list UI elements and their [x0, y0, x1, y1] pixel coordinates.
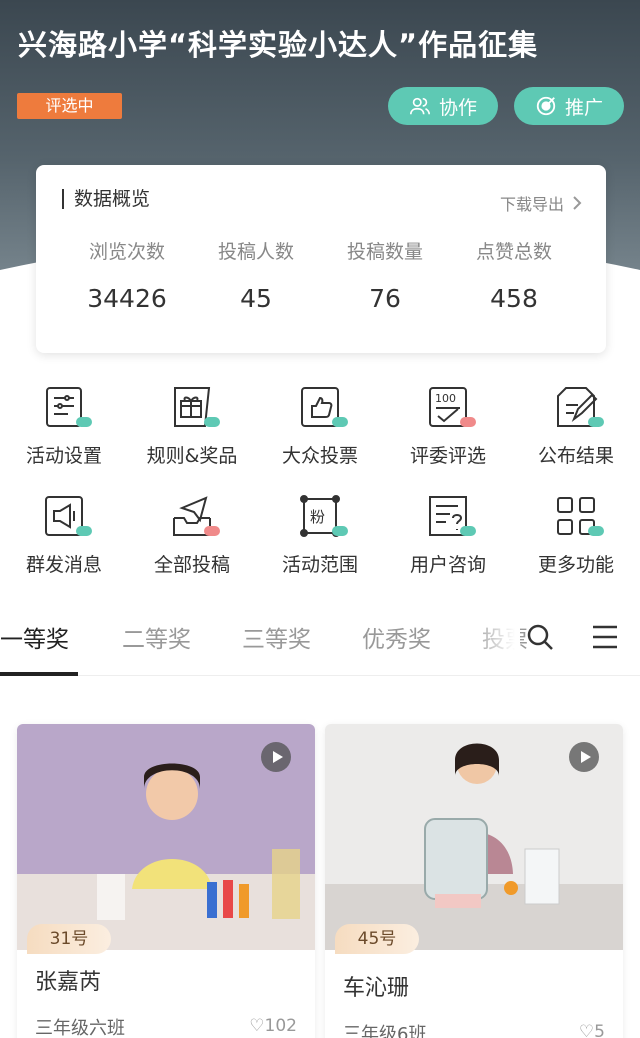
stat-submissions: 投稿数量 76 — [320, 237, 450, 313]
video-thumbnail[interactable] — [17, 724, 315, 950]
tab-second-prize[interactable]: 二等奖 — [122, 620, 191, 654]
func-label: 规则&奖品 — [146, 445, 238, 467]
func-publish-results[interactable]: 公布结果 — [512, 385, 640, 485]
promote-label: 推广 — [564, 96, 603, 119]
func-more[interactable]: 更多功能 — [512, 494, 640, 594]
entry-class: 三年级6班 — [343, 1024, 427, 1038]
entry-name: 车沁珊 — [343, 976, 410, 1001]
entry-likes[interactable]: ♡102 — [249, 1016, 297, 1036]
heart-icon: ♡ — [578, 1022, 595, 1038]
stat-value: 45 — [240, 284, 272, 313]
svg-text:粉: 粉 — [310, 508, 325, 526]
page-title: 兴海路小学“科学实验小达人”作品征集 — [18, 28, 539, 62]
promote-button[interactable]: 推广 — [514, 87, 624, 125]
people-icon — [409, 97, 430, 115]
collaborate-label: 协作 — [438, 96, 477, 119]
func-label: 公布结果 — [537, 445, 614, 467]
svg-text:100: 100 — [435, 392, 456, 405]
video-thumbnail[interactable] — [325, 724, 623, 950]
stat-label: 投稿人数 — [217, 241, 294, 263]
func-rules-prizes[interactable]: 规则&奖品 — [128, 385, 256, 485]
entry-card[interactable]: 45号 车沁珊 三年级6班 ♡5 — [325, 724, 623, 1038]
stat-value: 76 — [369, 284, 401, 313]
play-icon[interactable] — [569, 742, 599, 772]
tab-third-prize[interactable]: 三等奖 — [242, 620, 311, 654]
func-judge-review[interactable]: 100 评委评选 — [384, 385, 512, 485]
tab-fade — [470, 610, 520, 670]
func-public-vote[interactable]: 大众投票 — [256, 385, 384, 485]
func-label: 评委评选 — [409, 445, 486, 467]
export-link[interactable]: 下载导出 — [500, 191, 582, 215]
likes-count: 5 — [594, 1022, 605, 1038]
stats-overview-card: 数据概览 下载导出 浏览次数 34426 投稿人数 45 投稿数量 76 点赞总… — [36, 165, 606, 353]
func-label: 群发消息 — [25, 554, 102, 576]
chevron-right-icon — [573, 196, 582, 210]
target-icon — [536, 96, 556, 116]
export-label: 下载导出 — [499, 195, 564, 214]
entry-name: 张嘉芮 — [35, 970, 102, 995]
func-label: 全部投稿 — [153, 554, 230, 576]
func-label: 用户咨询 — [409, 554, 486, 576]
likes-count: 102 — [264, 1016, 297, 1036]
func-activity-settings[interactable]: 活动设置 — [0, 385, 128, 485]
stat-label: 点赞总数 — [475, 241, 552, 263]
menu-icon[interactable] — [591, 624, 619, 650]
entry-number: 45号 — [335, 924, 419, 954]
stat-contributors: 投稿人数 45 — [191, 237, 321, 313]
tab-first-prize[interactable]: 一等奖 — [0, 620, 69, 654]
func-label: 大众投票 — [281, 445, 358, 467]
stat-label: 投稿数量 — [346, 241, 423, 263]
heart-icon: ♡ — [249, 1016, 265, 1036]
entry-likes[interactable]: ♡5 — [579, 1022, 605, 1038]
stat-likes: 点赞总数 458 — [449, 237, 579, 313]
active-tab-indicator — [0, 672, 78, 676]
search-icon[interactable] — [525, 622, 555, 652]
tab-excellence[interactable]: 优秀奖 — [362, 620, 431, 654]
func-label: 活动设置 — [25, 445, 102, 467]
status-badge: 评选中 — [17, 93, 122, 119]
play-icon[interactable] — [261, 742, 291, 772]
entry-number: 31号 — [27, 924, 111, 954]
award-tabs: 一等奖 二等奖 三等奖 优秀奖 投票 — [0, 610, 640, 676]
collaborate-button[interactable]: 协作 — [388, 87, 498, 125]
func-broadcast[interactable]: 群发消息 — [0, 494, 128, 594]
func-all-submissions[interactable]: 全部投稿 — [128, 494, 256, 594]
stat-views: 浏览次数 34426 — [62, 237, 192, 313]
func-label: 更多功能 — [537, 554, 614, 576]
stat-label: 浏览次数 — [88, 241, 165, 263]
entry-card[interactable]: 31号 张嘉芮 三年级六班 ♡102 — [17, 724, 315, 1038]
func-label: 活动范围 — [281, 554, 358, 576]
stat-value: 458 — [490, 284, 538, 313]
func-activity-scope[interactable]: 粉 活动范围 — [256, 494, 384, 594]
entry-class: 三年级六班 — [35, 1018, 125, 1038]
func-user-consult[interactable]: 用户咨询 — [384, 494, 512, 594]
stats-title: 数据概览 — [62, 189, 150, 209]
stat-value: 34426 — [87, 284, 167, 313]
